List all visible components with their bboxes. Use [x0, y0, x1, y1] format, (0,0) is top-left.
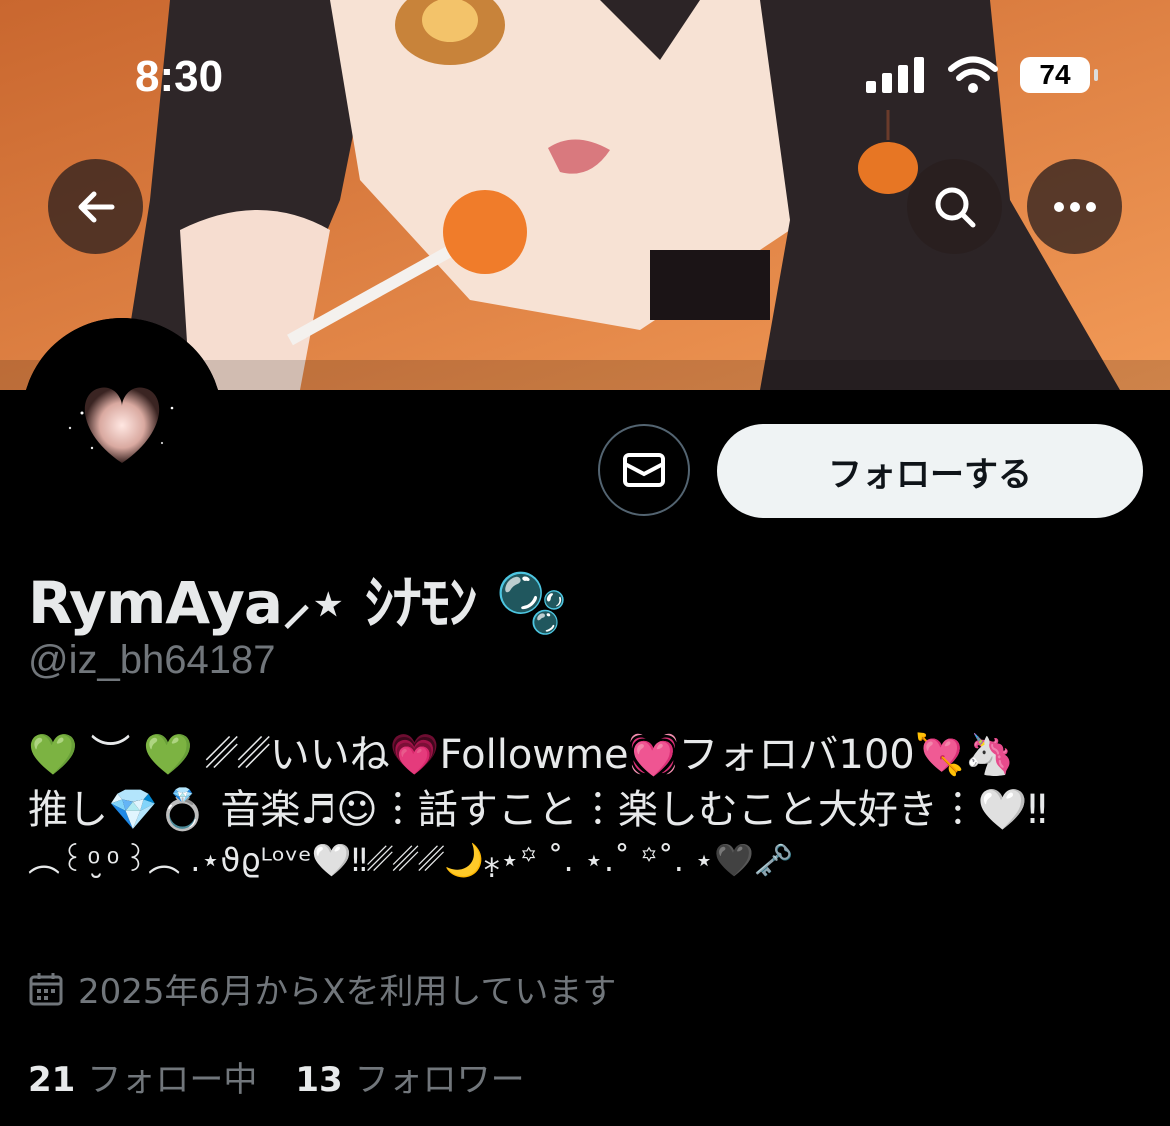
calendar-icon: [29, 972, 63, 1005]
bio-line: 💚 ︶ 💚 ␥␥いいね💗Followme💓フォロバ100💘🦄: [28, 732, 1015, 778]
follow-button[interactable]: フォローする: [717, 424, 1143, 518]
battery-level: 74: [1039, 59, 1071, 90]
bio-line: 推し💎💍 音楽♬☺︎︙話すこと︙楽しむこと大好き︙🤍‼︎: [28, 787, 1048, 834]
bio-line: ︵꒰ ͦ ̮ ͦ ꒱︵ .⋆ϑϱᴸᵒᵛᵉ🤍‼︎␥␥␥🌙⁎̣⋆꙳ ˚. ⋆.˚ ꙳…: [28, 841, 794, 880]
back-button[interactable]: [48, 159, 143, 254]
wifi-icon: [948, 56, 998, 93]
following-label: フォロー中: [87, 1060, 258, 1100]
message-button[interactable]: [598, 424, 690, 516]
status-time: 8:30: [135, 52, 224, 101]
more-options-button[interactable]: [1027, 159, 1122, 254]
signal-icon: [866, 57, 924, 93]
back-arrow-icon: [78, 191, 114, 222]
followers-count: 13: [295, 1060, 343, 1100]
following-count: 21: [28, 1060, 76, 1100]
following-link[interactable]: 21 フォロー中: [28, 1052, 257, 1101]
profile-bio: 💚 ︶ 💚 ␥␥いいね💗Followme💓フォロバ100💘🦄 推し💎💍 音楽♬☺…: [28, 728, 1148, 883]
mail-icon: [623, 453, 665, 487]
avatar-image: [22, 318, 222, 518]
joined-date: 2025年6月からXを利用しています: [28, 964, 616, 1013]
follow-stats: 21 フォロー中 13 フォロワー: [28, 1052, 525, 1101]
followers-link[interactable]: 13 フォロワー: [295, 1052, 524, 1101]
more-icon: [1053, 201, 1096, 212]
status-icons: 74: [866, 56, 1098, 94]
search-icon: [935, 187, 975, 227]
avatar[interactable]: [22, 318, 222, 518]
username-handle: @iz_bh64187: [28, 638, 276, 682]
followers-label: フォロワー: [354, 1060, 525, 1100]
display-name: RymAya⸝⋆ ｼﾅﾓﾝ 🫧: [28, 569, 568, 637]
search-button[interactable]: [907, 159, 1002, 254]
battery-indicator: 74: [1020, 57, 1098, 93]
joined-text: 2025年6月からXを利用しています: [78, 972, 617, 1012]
